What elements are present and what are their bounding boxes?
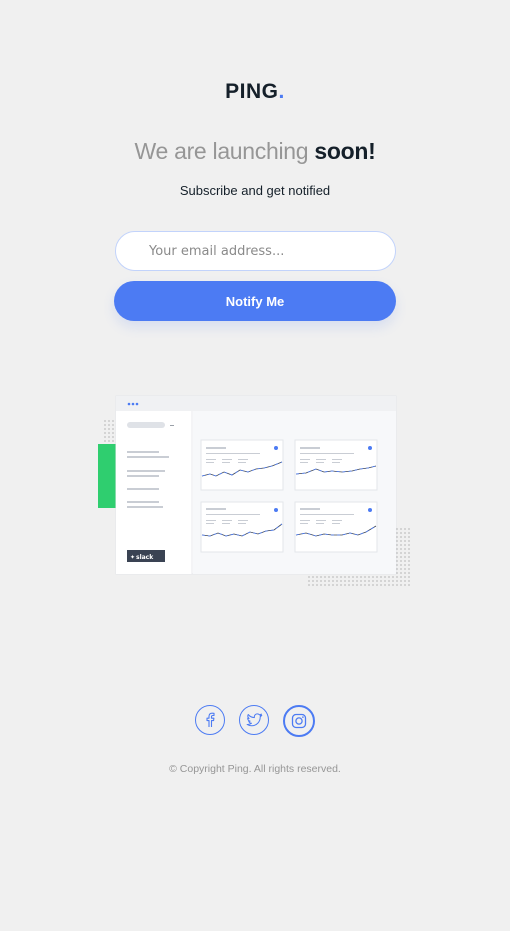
- instagram-link[interactable]: [283, 705, 315, 737]
- brand-logo: PING.: [0, 80, 510, 104]
- svg-text:✦: ✦: [130, 554, 135, 561]
- copyright-text: © Copyright Ping. All rights reserved.: [169, 763, 341, 775]
- twitter-link[interactable]: [239, 705, 269, 735]
- notify-me-button[interactable]: Notify Me: [114, 281, 396, 321]
- facebook-icon: [206, 712, 215, 727]
- brand-dot: .: [278, 80, 285, 103]
- twitter-icon: [246, 713, 262, 727]
- email-input[interactable]: [115, 231, 396, 271]
- chart-card-4: [294, 501, 378, 553]
- dashboard-illustration: slack ✦: [98, 395, 412, 586]
- chart-card-2: [294, 439, 378, 491]
- brand-name: PING: [225, 80, 279, 103]
- facebook-link[interactable]: [195, 705, 225, 735]
- page-headline: We are launching soon!: [0, 138, 510, 165]
- social-links: [0, 705, 510, 737]
- headline-prefix: We are launching: [134, 138, 315, 164]
- chart-card-3: [200, 501, 284, 553]
- instagram-icon: [291, 713, 307, 729]
- headline-emphasis: soon!: [314, 138, 376, 164]
- green-accent-block: [98, 444, 118, 508]
- dashboard-window: slack ✦: [115, 395, 397, 575]
- slack-label: slack: [136, 554, 154, 561]
- page-subheadline: Subscribe and get notified: [179, 183, 331, 198]
- chart-card-1: [200, 439, 284, 491]
